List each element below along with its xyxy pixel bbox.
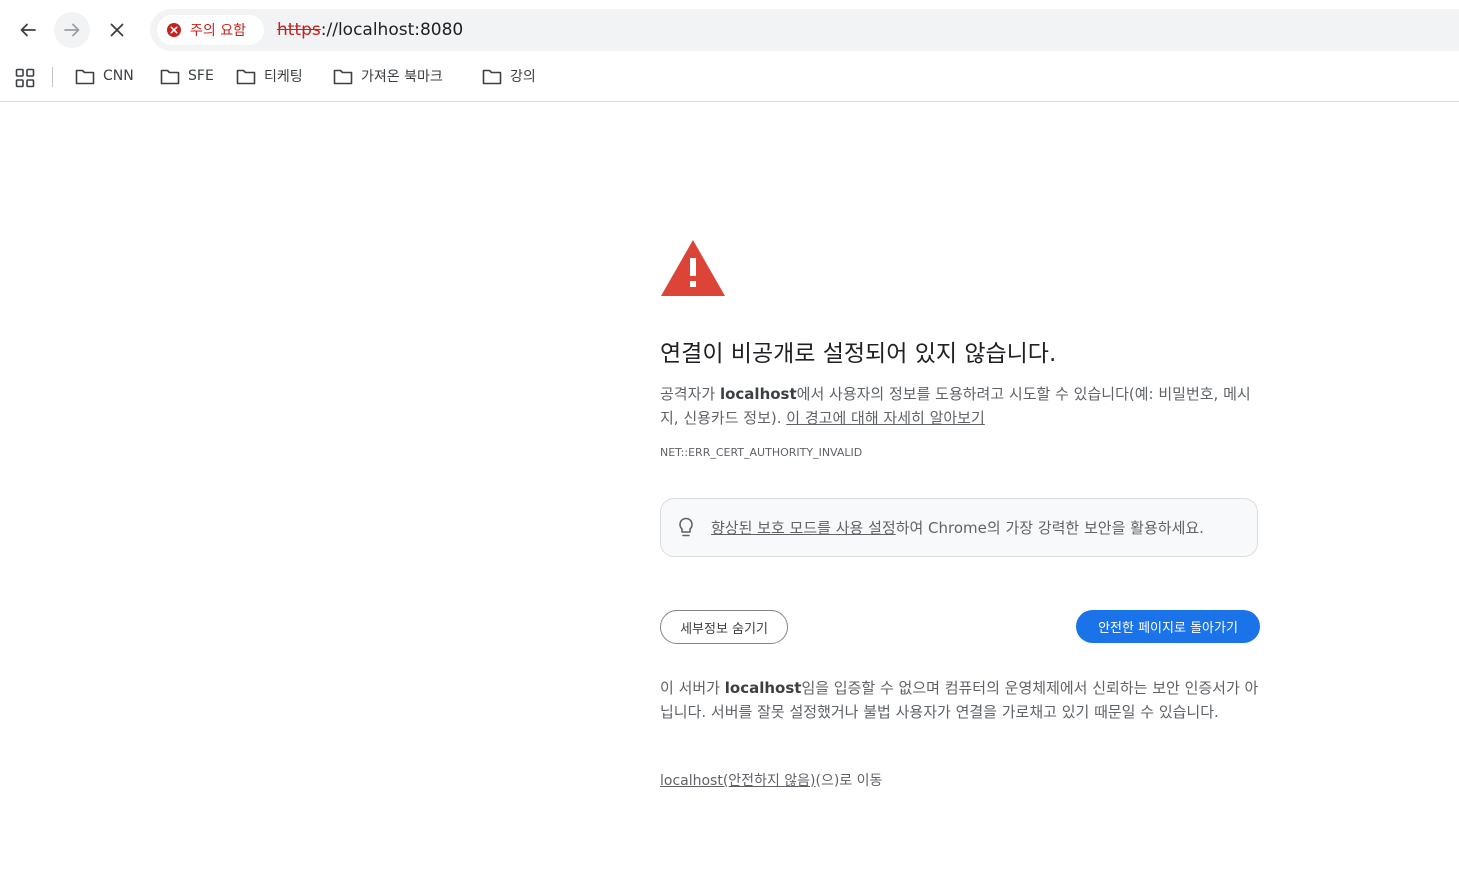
desc-host: localhost [719, 385, 797, 403]
forward-button[interactable] [54, 12, 90, 48]
proceed-row: localhost(안전하지 않음)(으)로 이동 [660, 770, 882, 790]
details-host: localhost [724, 679, 802, 697]
lightbulb-icon [679, 517, 693, 537]
proceed-suffix: (으)로 이동 [815, 773, 883, 789]
url-text[interactable]: https://localhost:8080 [277, 20, 463, 40]
bookmark-label: 가져온 북마크 [361, 69, 443, 85]
arrow-right-icon [64, 23, 80, 37]
folder-icon [75, 69, 95, 84]
bookmark-label: SFE [188, 68, 214, 84]
apps-button[interactable] [15, 68, 35, 92]
enhanced-protection-promo: 향상된 보호 모드를 사용 설정하여 Chrome의 가장 강력한 보안을 활용… [660, 498, 1258, 557]
folder-icon [482, 69, 502, 84]
bookmark-folder-imported[interactable]: 가져온 북마크 [333, 65, 443, 87]
warning-triangle-icon [661, 240, 725, 296]
bookmark-label: CNN [103, 68, 134, 84]
enhanced-protection-link[interactable]: 향상된 보호 모드를 사용 설정 [711, 519, 896, 537]
desc-text-pre: 공격자가 [660, 385, 720, 403]
close-icon [110, 23, 124, 37]
url-host: ://localhost:8080 [320, 20, 464, 40]
stop-loading-button[interactable] [99, 12, 135, 48]
details-text-pre: 이 서버가 [660, 679, 725, 697]
details-text: 이 서버가 localhost임을 입증할 수 없으며 컴퓨터의 운영체제에서 … [660, 676, 1260, 724]
url-scheme: https [277, 20, 321, 40]
warning-description: 공격자가 localhost에서 사용자의 정보를 도용하려고 시도할 수 있습… [660, 382, 1260, 430]
promo-text-suffix: 하여 Chrome의 가장 강력한 보안을 활용하세요. [895, 519, 1204, 537]
hide-details-button[interactable]: 세부정보 숨기기 [660, 610, 788, 644]
error-code: NET::ERR_CERT_AUTHORITY_INVALID [660, 446, 863, 459]
learn-more-link[interactable]: 이 경고에 대해 자세히 알아보기 [786, 409, 984, 427]
bookmarks-bar: CNN SFE 티케팅 가져온 북마크 강의 [0, 60, 1459, 102]
folder-icon [333, 69, 353, 84]
bookmarks-separator [52, 67, 53, 87]
promo-text: 향상된 보호 모드를 사용 설정하여 Chrome의 가장 강력한 보안을 활용… [711, 517, 1204, 538]
back-to-safety-button[interactable]: 안전한 페이지로 돌아가기 [1076, 610, 1260, 643]
bookmark-folder-sfe[interactable]: SFE [160, 65, 214, 87]
bookmark-label: 강의 [510, 69, 536, 85]
bookmark-label: 티케팅 [264, 69, 303, 85]
bookmark-folder-cnn[interactable]: CNN [75, 65, 134, 87]
apps-grid-icon [15, 68, 35, 88]
security-chip-label: 주의 요함 [190, 23, 246, 39]
browser-toolbar: 주의 요함 https://localhost:8080 [0, 0, 1459, 60]
arrow-left-icon [20, 23, 36, 37]
back-button[interactable] [10, 12, 46, 48]
error-circle-icon [167, 23, 181, 37]
bookmark-folder-ticketing[interactable]: 티케팅 [236, 65, 303, 87]
page-title: 연결이 비공개로 설정되어 있지 않습니다. [660, 341, 1057, 367]
address-bar[interactable]: 주의 요함 https://localhost:8080 [150, 9, 1459, 51]
bookmark-folder-lecture[interactable]: 강의 [482, 65, 536, 87]
proceed-unsafe-link[interactable]: localhost(안전하지 않음) [660, 773, 816, 789]
folder-icon [160, 69, 180, 84]
security-chip[interactable]: 주의 요함 [157, 15, 264, 45]
folder-icon [236, 69, 256, 84]
